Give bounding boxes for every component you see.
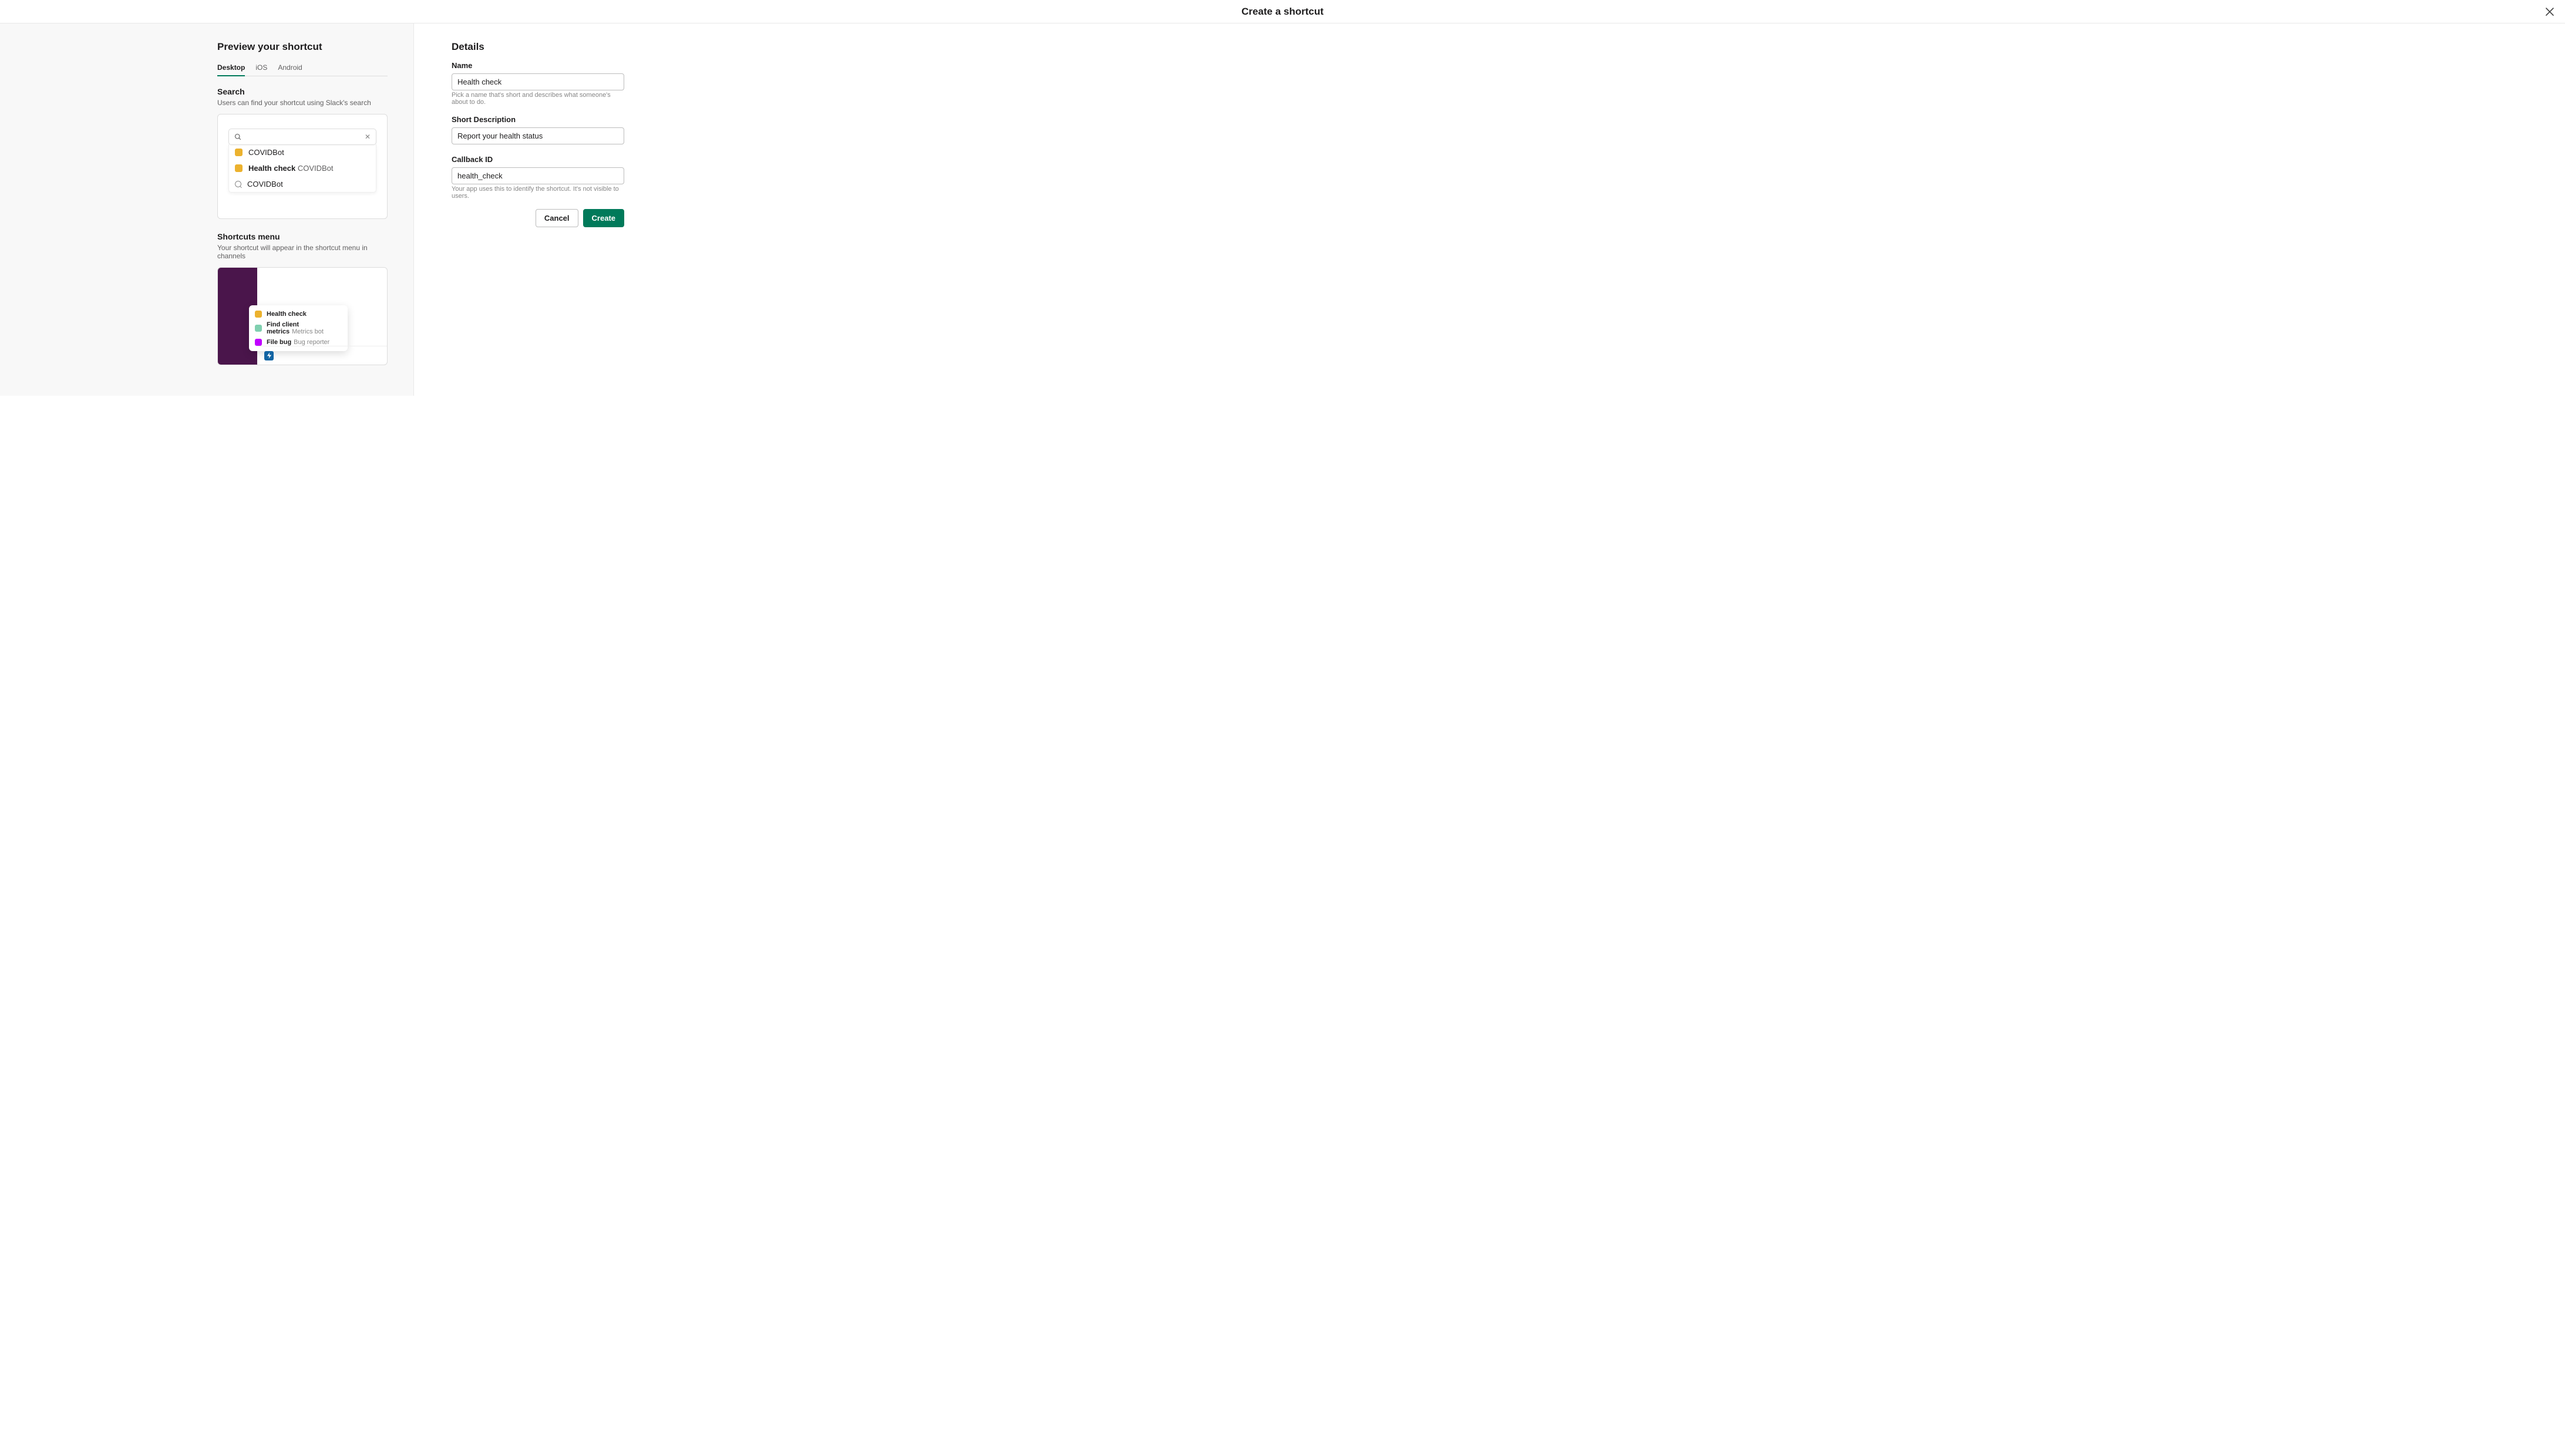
message-input-bar: [257, 346, 387, 365]
cancel-button[interactable]: Cancel: [536, 209, 578, 227]
clear-search-icon: ✕: [365, 133, 371, 141]
search-field: ✕: [228, 129, 376, 145]
lightning-icon: [267, 352, 272, 359]
shortcut-label: Health check: [267, 311, 307, 318]
search-icon: [235, 181, 241, 187]
search-results: COVIDBot Health check COVIDBot COVIDBot: [228, 144, 376, 193]
search-preview: ✕ COVIDBot Health check COVIDBot COVIDBo…: [217, 114, 388, 219]
details-title: Details: [452, 41, 623, 53]
preview-title: Preview your shortcut: [217, 41, 388, 53]
search-result-label: COVIDBot: [247, 180, 283, 188]
modal-title: Create a shortcut: [1241, 6, 1324, 18]
action-buttons: Cancel Create: [452, 209, 624, 227]
shortcut-menu-popover: Health check Find client metricsMetrics …: [249, 305, 348, 351]
platform-tabs: Desktop iOS Android: [217, 63, 388, 76]
app-icon: [255, 311, 262, 318]
tab-desktop[interactable]: Desktop: [217, 63, 245, 76]
tab-ios[interactable]: iOS: [255, 63, 267, 76]
shortcuts-menu-heading: Shortcuts menu: [217, 232, 388, 241]
search-result-query: COVIDBot: [229, 176, 376, 192]
search-result-label: COVIDBot: [248, 148, 284, 157]
app-icon: [255, 339, 262, 346]
shortcuts-preview: Health check Find client metricsMetrics …: [217, 267, 388, 365]
app-icon: [235, 164, 243, 172]
callback-id-input[interactable]: [452, 167, 624, 184]
modal-header: Create a shortcut: [0, 0, 2565, 23]
search-icon: [234, 133, 241, 140]
details-panel: Details Name Pick a name that's short an…: [414, 23, 649, 396]
description-input[interactable]: [452, 127, 624, 144]
shortcut-menu-item: Find client metricsMetrics bot: [249, 319, 348, 337]
app-icon: [255, 325, 262, 332]
search-result-app: COVIDBot: [229, 144, 376, 160]
name-input[interactable]: [452, 73, 624, 90]
name-label: Name: [452, 61, 623, 70]
description-label: Short Description: [452, 115, 623, 124]
shortcut-app: Bug reporter: [294, 339, 329, 346]
search-caption: Users can find your shortcut using Slack…: [217, 99, 388, 107]
search-result-shortcut: Health check COVIDBot: [229, 160, 376, 176]
search-result-label: Health check: [248, 164, 295, 173]
callback-id-help: Your app uses this to identify the short…: [452, 186, 623, 200]
create-button[interactable]: Create: [583, 209, 624, 227]
search-result-app: COVIDBot: [298, 164, 334, 173]
callback-id-label: Callback ID: [452, 155, 623, 164]
shortcut-menu-item: Health check: [249, 309, 348, 319]
tab-android[interactable]: Android: [278, 63, 302, 76]
close-button[interactable]: [2544, 6, 2556, 18]
shortcut-label: File bug: [267, 339, 291, 346]
app-icon: [235, 149, 243, 156]
close-icon: [2545, 7, 2554, 16]
name-help: Pick a name that's short and describes w…: [452, 92, 623, 106]
search-heading: Search: [217, 87, 388, 96]
shortcuts-lightning-button: [264, 351, 274, 360]
preview-panel: Preview your shortcut Desktop iOS Androi…: [0, 23, 414, 396]
slack-channel-area: Health check Find client metricsMetrics …: [257, 268, 387, 365]
shortcuts-menu-caption: Your shortcut will appear in the shortcu…: [217, 244, 388, 260]
shortcut-app: Metrics bot: [292, 328, 324, 335]
